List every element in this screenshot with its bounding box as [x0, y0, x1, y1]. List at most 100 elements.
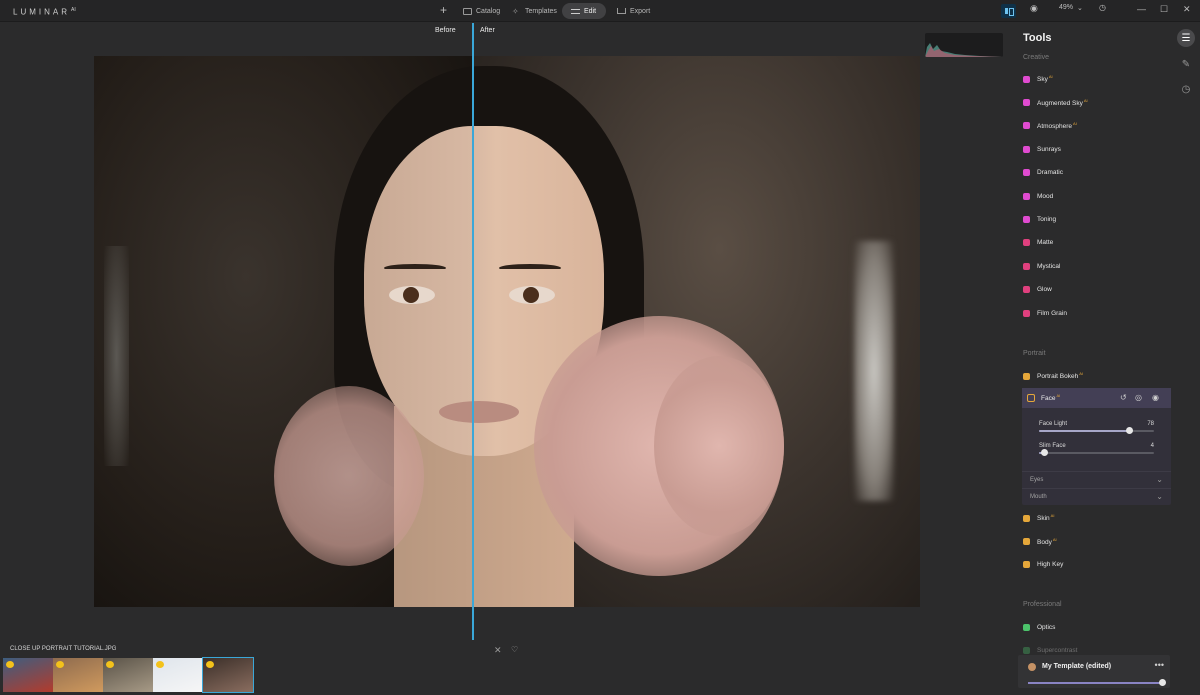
eyes-subsection[interactable]: Eyes ⌄ — [1022, 471, 1171, 487]
tool-matte[interactable]: Matte — [1023, 236, 1053, 250]
tool-label: Augmented Sky — [1037, 99, 1083, 107]
brush-icon[interactable]: ✎ — [1177, 55, 1195, 73]
visibility-toggle-icon[interactable]: ◉ — [1152, 393, 1159, 402]
face-light-slider[interactable]: Face Light 78 — [1039, 421, 1154, 434]
slim-face-slider[interactable]: Slim Face 4 — [1039, 443, 1154, 456]
templates-icon: ✧ — [512, 6, 519, 16]
reset-icon[interactable]: ↺ — [1120, 393, 1127, 402]
after-label: After — [480, 27, 495, 34]
tool-sky[interactable]: SkyAI — [1023, 72, 1053, 86]
face-light-handle[interactable] — [1125, 427, 1133, 434]
ai-badge: AI — [1048, 74, 1053, 80]
eyes-label: Eyes — [1030, 477, 1044, 483]
mouth-label: Mouth — [1030, 494, 1047, 500]
ai-badge: AI — [1056, 393, 1061, 399]
optics-icon — [1023, 623, 1030, 631]
film-grain-icon — [1023, 309, 1030, 317]
tool-portrait-bokeh[interactable]: Portrait BokehAI — [1023, 369, 1083, 383]
zoom-level[interactable]: 49% — [1059, 4, 1073, 11]
face-tool-header[interactable]: FaceAI ↺ ◎ ◉ — [1022, 388, 1171, 408]
right-icon-strip: ☰ ✎ ◷ — [1172, 23, 1200, 695]
tab-export[interactable]: Export — [608, 3, 659, 19]
tab-catalog[interactable]: Catalog — [454, 3, 509, 19]
ai-badge: AI — [1079, 371, 1083, 377]
export-icon — [617, 8, 626, 14]
edited-badge-icon — [106, 661, 114, 668]
catalog-icon — [463, 7, 472, 15]
more-options-icon[interactable]: ••• — [1155, 660, 1164, 670]
tab-edit-label: Edit — [584, 7, 597, 15]
face-tool-label: Face — [1041, 395, 1056, 403]
body-icon — [1023, 537, 1030, 545]
filmstrip-thumbnail[interactable] — [153, 658, 203, 692]
face-light-fill — [1039, 430, 1129, 432]
filmstrip-thumbnail[interactable] — [53, 658, 103, 692]
edited-badge-icon — [56, 661, 64, 668]
edited-badge-icon — [6, 661, 14, 668]
tool-body[interactable]: BodyAI — [1023, 534, 1057, 548]
tool-skin[interactable]: SkinAI — [1023, 511, 1054, 525]
history-icon[interactable]: ◷ — [1099, 3, 1106, 12]
filmstrip-thumbnail[interactable] — [202, 657, 254, 693]
tool-label: Optics — [1037, 623, 1056, 631]
edited-badge-icon — [206, 661, 214, 668]
tool-label: Sunrays — [1037, 145, 1061, 153]
histogram[interactable] — [925, 33, 1003, 57]
photo-ruffle-left — [274, 386, 424, 566]
tool-sunrays[interactable]: Sunrays — [1023, 142, 1061, 156]
template-icon — [1028, 663, 1036, 671]
filmstrip-thumbnail[interactable] — [103, 658, 153, 692]
history-clock-icon[interactable]: ◷ — [1177, 80, 1195, 98]
ai-badge: AI — [1073, 121, 1077, 127]
filmstrip-thumbnail[interactable] — [3, 658, 53, 692]
tool-label: Portrait Bokeh — [1037, 373, 1079, 381]
ai-badge: AI — [1083, 97, 1088, 103]
tool-label: Atmosphere — [1037, 123, 1073, 131]
tool-toning[interactable]: Toning — [1023, 212, 1056, 226]
app-logo: LUMINARAI — [13, 7, 76, 17]
maximize-icon[interactable]: ☐ — [1160, 4, 1168, 15]
ai-badge: AI — [1052, 536, 1057, 542]
face-light-value: 78 — [1147, 421, 1154, 427]
template-amount-track[interactable] — [1028, 682, 1163, 684]
slim-face-handle[interactable] — [1040, 449, 1048, 456]
tool-film-grain[interactable]: Film Grain — [1023, 306, 1067, 320]
tools-sliders-icon[interactable]: ☰ — [1177, 29, 1195, 47]
slim-face-track[interactable] — [1039, 452, 1154, 454]
template-amount-handle[interactable] — [1159, 679, 1166, 686]
tab-templates[interactable]: ✧ Templates — [503, 3, 566, 19]
tool-atmosphere[interactable]: AtmosphereAI — [1023, 119, 1077, 133]
mystical-icon — [1023, 262, 1030, 270]
tool-high-key[interactable]: High Key — [1023, 558, 1063, 572]
tool-glow[interactable]: Glow — [1023, 283, 1052, 297]
atmosphere-icon — [1023, 122, 1030, 130]
tab-edit[interactable]: Edit — [562, 3, 606, 19]
high-key-icon — [1023, 561, 1030, 569]
photo-lips — [439, 401, 519, 423]
favorite-icon[interactable]: ♡ — [511, 645, 518, 654]
mouth-subsection[interactable]: Mouth ⌄ — [1022, 488, 1171, 504]
close-icon[interactable]: ✕ — [1183, 4, 1191, 15]
chevron-down-icon[interactable]: ⌄ — [1077, 4, 1083, 12]
add-photos-button[interactable]: + — [440, 3, 447, 17]
photo-right-brow — [499, 264, 561, 272]
tool-dramatic[interactable]: Dramatic — [1023, 166, 1063, 180]
compare-view-button[interactable] — [1001, 4, 1016, 18]
section-portrait: Portrait — [1023, 350, 1046, 357]
minimize-icon[interactable]: — — [1137, 4, 1146, 14]
reject-icon[interactable]: ✕ — [494, 645, 502, 656]
photo-left-brow — [384, 264, 446, 272]
photo-preview[interactable] — [94, 56, 920, 607]
photo-window-right — [854, 241, 894, 501]
tool-mood[interactable]: Mood — [1023, 189, 1053, 203]
tool-augmented-sky[interactable]: Augmented SkyAI — [1023, 95, 1088, 109]
mask-icon[interactable]: ◎ — [1135, 393, 1142, 402]
eye-icon[interactable]: ◉ — [1030, 3, 1038, 14]
face-tool-expanded: FaceAI ↺ ◎ ◉ Face Light 78 Slim Face 4 E… — [1022, 388, 1171, 505]
tool-mystical[interactable]: Mystical — [1023, 259, 1060, 273]
before-after-divider[interactable] — [472, 23, 474, 640]
mood-icon — [1023, 192, 1030, 200]
template-name[interactable]: My Template (edited) — [1042, 663, 1111, 670]
image-canvas[interactable]: Before After — [0, 23, 1005, 640]
tool-optics[interactable]: Optics — [1023, 620, 1055, 634]
